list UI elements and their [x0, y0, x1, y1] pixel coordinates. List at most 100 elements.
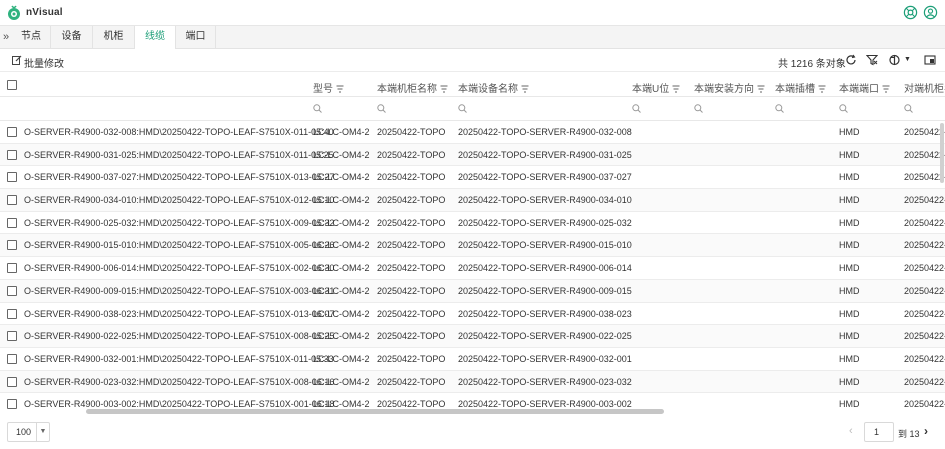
local-cabinet-cell: 20250422-TOPO [377, 353, 446, 364]
row-checkbox[interactable] [7, 308, 17, 319]
row-checkbox[interactable] [7, 240, 17, 251]
row-checkbox[interactable] [7, 331, 17, 342]
local-cabinet-cell: 20250422-TOPO [377, 172, 446, 183]
filter-row [0, 97, 945, 121]
local-device-cell: 20250422-TOPO-SERVER-R4900-023-032 [458, 376, 632, 387]
refresh-icon[interactable] [845, 54, 857, 66]
local-cabinet-cell: 20250422-TOPO [377, 376, 446, 387]
search-icon[interactable] [904, 104, 913, 113]
row-checkbox[interactable] [7, 149, 17, 160]
model-cell: LC-LC-OM4-2 [313, 127, 370, 137]
table-row[interactable]: O-SERVER-R4900-034-010:HMD\20250422-TOPO… [0, 189, 945, 212]
col-header-remote-cabinet[interactable]: 对端机柜名 [904, 80, 945, 95]
current-page-input[interactable]: 1 [864, 422, 894, 442]
tab-nodes[interactable]: 节点 [12, 26, 51, 49]
local-port-cell: HMD [839, 217, 860, 228]
local-cabinet-cell: 20250422-TOPO [377, 331, 446, 342]
filter-icon[interactable] [521, 85, 529, 93]
remote-cabinet-cell: 20250422-T [904, 376, 945, 387]
table-row[interactable]: O-SERVER-R4900-025-032:HMD\20250422-TOPO… [0, 212, 945, 235]
page-total: 到 13 [898, 429, 920, 439]
chevron-down-icon[interactable]: ▼ [904, 56, 916, 68]
filter-icon[interactable] [757, 85, 765, 93]
select-all-checkbox[interactable] [7, 80, 17, 90]
filter-icon[interactable] [818, 85, 826, 93]
search-icon[interactable] [458, 104, 467, 113]
col-header-local-cabinet[interactable]: 本端机柜名称 [377, 80, 448, 95]
filter-icon[interactable] [672, 85, 680, 93]
filter-icon[interactable] [882, 85, 890, 93]
filter-icon[interactable] [336, 85, 344, 93]
batch-edit-button[interactable]: 批量修改 [24, 55, 64, 70]
table-row[interactable]: O-SERVER-R4900-037-027:HMD\20250422-TOPO… [0, 166, 945, 190]
remote-cabinet-cell: 20250422-T [904, 263, 945, 274]
user-circle-icon[interactable] [923, 5, 938, 20]
row-checkbox[interactable] [7, 376, 17, 387]
table-row[interactable]: O-SERVER-R4900-032-001:HMD\20250422-TOPO… [0, 348, 945, 371]
layout-icon[interactable] [924, 54, 936, 66]
page-size-value: 100 [16, 427, 32, 437]
cable-name-cell: O-SERVER-R4900-022-025:HMD\20250422-TOPO… [24, 331, 335, 342]
table-header: 型号 本端机柜名称 本端设备名称 本端U位 本端安装方向 本端插槽 本端端口 对… [0, 73, 945, 97]
search-icon[interactable] [313, 104, 322, 113]
col-header-local-u[interactable]: 本端U位 [632, 80, 680, 95]
table-row[interactable]: O-SERVER-R4900-009-015:HMD\20250422-TOPO… [0, 279, 945, 303]
row-checkbox[interactable] [7, 285, 17, 296]
remote-cabinet-cell: 20250422-T [904, 353, 945, 364]
table-row[interactable]: O-SERVER-R4900-032-008:HMD\20250422-TOPO… [0, 121, 945, 144]
remote-cabinet-cell: 20250422-T [904, 331, 945, 342]
local-cabinet-cell: 20250422-TOPO [377, 399, 446, 410]
local-device-cell: 20250422-TOPO-SERVER-R4900-006-014 [458, 263, 632, 274]
search-icon[interactable] [377, 104, 386, 113]
table-row[interactable]: O-SERVER-R4900-038-023:HMD\20250422-TOPO… [0, 303, 945, 326]
tab-ports[interactable]: 端口 [176, 26, 216, 49]
vertical-scrollbar[interactable] [940, 123, 944, 183]
cable-name-cell: O-SERVER-R4900-025-032:HMD\20250422-TOPO… [24, 217, 335, 228]
col-header-model[interactable]: 型号 [313, 80, 344, 95]
model-cell: LC-LC-OM4-2 [313, 399, 370, 410]
filter-icon[interactable] [440, 85, 448, 93]
local-cabinet-cell: 20250422-TOPO [377, 149, 446, 160]
prev-page-icon[interactable]: ‹ [849, 425, 853, 437]
col-header-local-slot[interactable]: 本端插槽 [775, 80, 826, 95]
tab-devices[interactable]: 设备 [51, 26, 93, 49]
row-checkbox[interactable] [7, 217, 17, 228]
cable-name-cell: O-SERVER-R4900-031-025:HMD\20250422-TOPO… [24, 149, 334, 160]
tab-cables[interactable]: 线缆 [135, 26, 176, 50]
row-checkbox[interactable] [7, 172, 17, 183]
search-icon[interactable] [775, 104, 784, 113]
table-row[interactable]: O-SERVER-R4900-006-014:HMD\20250422-TOPO… [0, 257, 945, 280]
settings-circle-icon[interactable] [903, 5, 918, 20]
row-checkbox[interactable] [7, 195, 17, 206]
table-row[interactable]: O-SERVER-R4900-031-025:HMD\20250422-TOPO… [0, 143, 945, 167]
model-cell: LC-LC-OM4-2 [313, 353, 370, 364]
table-row[interactable]: O-SERVER-R4900-022-025:HMD\20250422-TOPO… [0, 325, 945, 348]
local-port-cell: HMD [839, 263, 860, 274]
col-header-local-port[interactable]: 本端端口 [839, 80, 890, 95]
local-device-cell: 20250422-TOPO-SERVER-R4900-009-015 [458, 285, 632, 296]
chevron-down-icon[interactable]: ▼ [36, 423, 49, 441]
expand-panel-icon[interactable]: » [0, 26, 12, 48]
col-header-local-direction[interactable]: 本端安装方向 [694, 80, 765, 95]
search-icon[interactable] [632, 104, 641, 113]
row-checkbox[interactable] [7, 127, 17, 137]
local-device-cell: 20250422-TOPO-SERVER-R4900-038-023 [458, 308, 632, 319]
row-checkbox[interactable] [7, 353, 17, 364]
local-cabinet-cell: 20250422-TOPO [377, 285, 446, 296]
row-checkbox[interactable] [7, 399, 17, 410]
clear-filter-icon[interactable] [866, 54, 878, 66]
search-icon[interactable] [694, 104, 703, 113]
page-size-select[interactable]: 100 ▼ [7, 422, 50, 442]
col-header-local-device[interactable]: 本端设备名称 [458, 80, 529, 95]
remote-cabinet-cell: 20250422-T [904, 399, 945, 410]
title-bar: nVisual [0, 0, 945, 26]
local-port-cell: HMD [839, 399, 860, 410]
next-page-icon[interactable]: › [924, 424, 928, 438]
table-row[interactable]: O-SERVER-R4900-015-010:HMD\20250422-TOPO… [0, 234, 945, 258]
column-settings-icon[interactable] [889, 54, 901, 66]
search-icon[interactable] [839, 104, 848, 113]
edit-icon[interactable] [12, 55, 22, 65]
row-checkbox[interactable] [7, 263, 17, 274]
table-row[interactable]: O-SERVER-R4900-023-032:HMD\20250422-TOPO… [0, 370, 945, 394]
tab-cabinets[interactable]: 机柜 [93, 26, 135, 49]
